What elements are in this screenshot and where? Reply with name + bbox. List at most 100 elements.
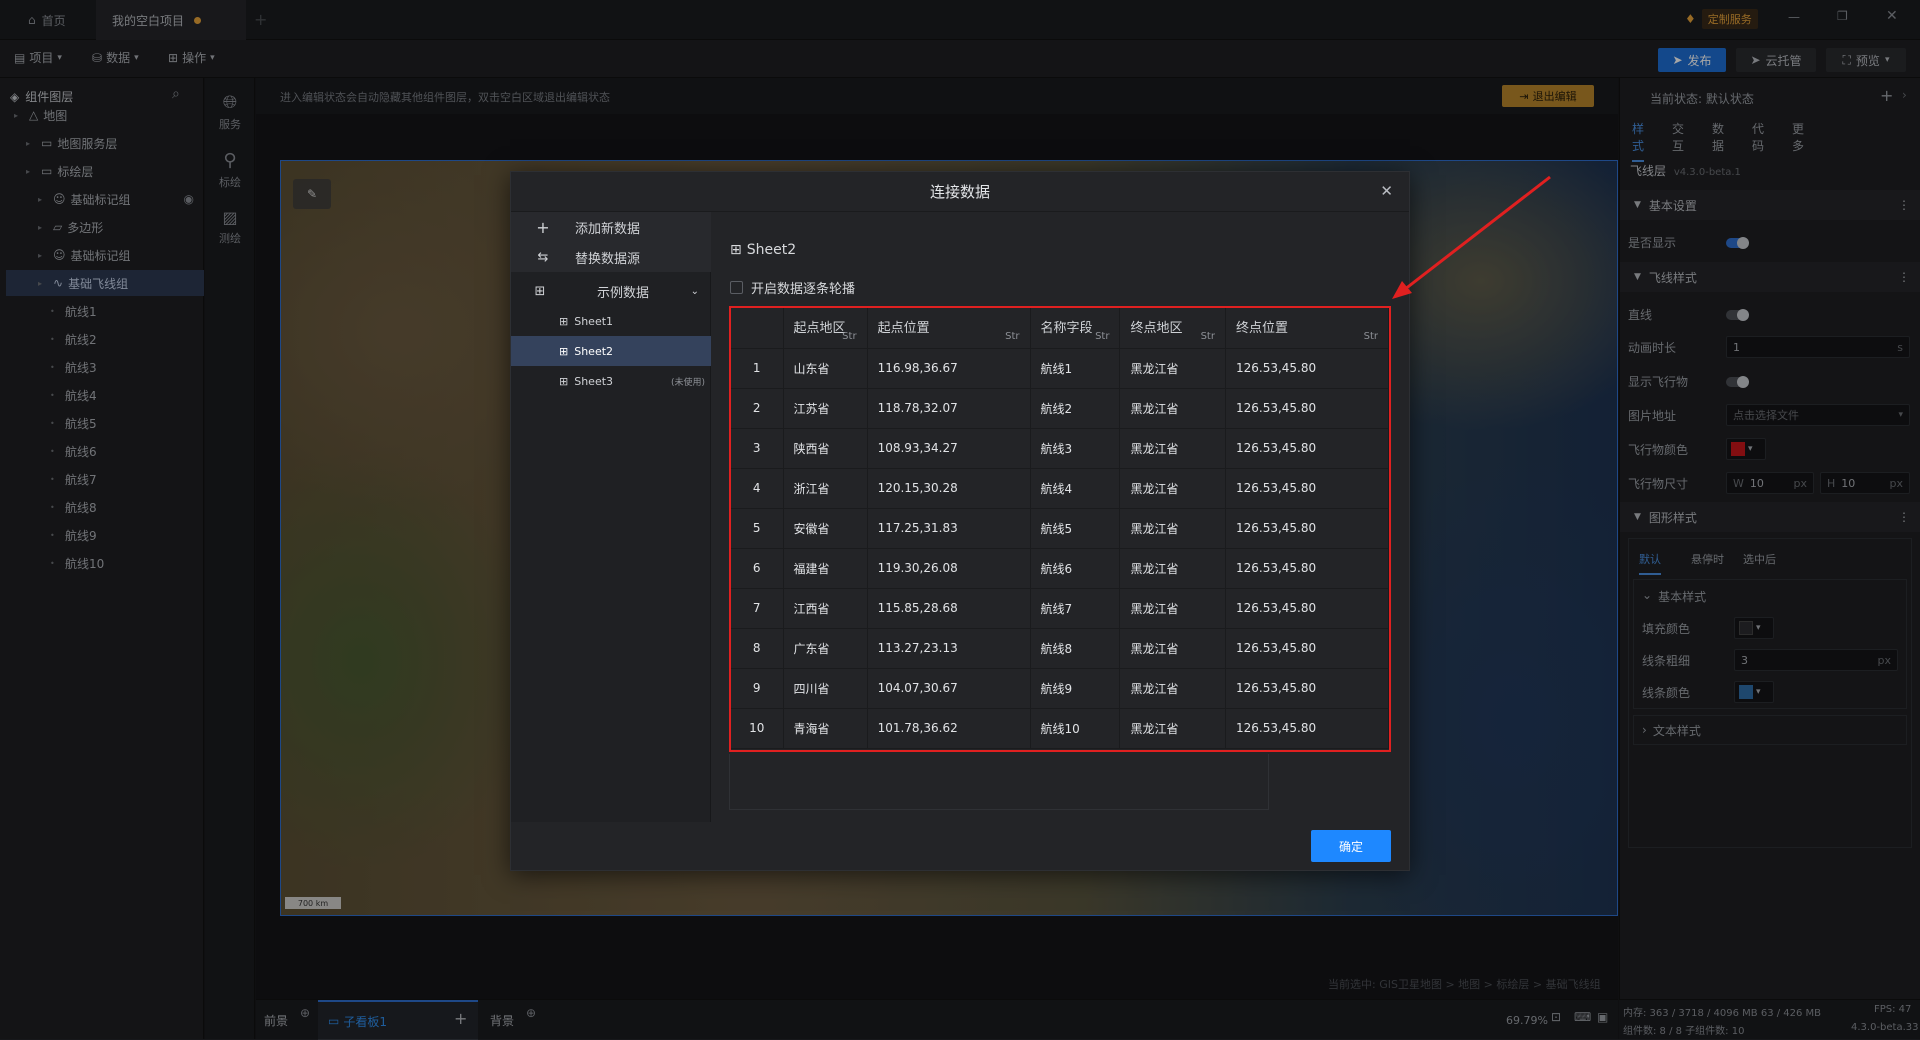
table-icon: ⊞ — [534, 283, 546, 299]
data-source-sidebar: + 添加新数据 ⇆ 替换数据源 ⊞ 示例数据 ⌄ ⊞ Sheet1 ⊞ Shee… — [511, 212, 711, 822]
table-row[interactable]: 10 青海省 101.78,36.62 航线10 黑龙江省 126.53,45.80 — [731, 708, 1390, 749]
table-cell[interactable]: 黑龙江省 — [1119, 628, 1226, 669]
plus-icon: + — [536, 217, 550, 237]
string-type-icon: Str — [842, 330, 857, 342]
table-cell[interactable]: 116.98,36.67 — [867, 348, 1031, 389]
table-row[interactable]: 1 山东省 116.98,36.67 航线1 黑龙江省 126.53,45.80 — [731, 348, 1390, 389]
table-cell[interactable]: 126.53,45.80 — [1225, 468, 1390, 509]
table-cell[interactable]: 126.53,45.80 — [1225, 348, 1390, 389]
table-cell[interactable]: 江苏省 — [783, 388, 868, 429]
column-header-label: 起点地区 — [793, 321, 846, 336]
table-cell[interactable]: 福建省 — [783, 548, 868, 589]
column-header: 起点位置 Str — [867, 308, 1031, 349]
sheet-icon: ⊞ — [559, 314, 569, 328]
table-cell[interactable]: 115.85,28.68 — [867, 588, 1031, 629]
table-cell[interactable]: 117.25,31.83 — [867, 508, 1031, 549]
table-cell[interactable]: 航线8 — [1030, 628, 1121, 669]
table-row[interactable]: 7 江西省 115.85,28.68 航线7 黑龙江省 126.53,45.80 — [731, 588, 1390, 629]
table-cell[interactable]: 航线6 — [1030, 548, 1121, 589]
table-cell[interactable]: 四川省 — [783, 668, 868, 709]
column-header-label: 终点位置 — [1235, 321, 1288, 336]
sheet-label: Sheet1 — [574, 314, 614, 328]
table-row[interactable]: 8 广东省 113.27,23.13 航线8 黑龙江省 126.53,45.80 — [731, 628, 1390, 669]
table-cell[interactable]: 126.53,45.80 — [1225, 508, 1390, 549]
row-number: 1 — [731, 348, 784, 389]
row-number: 9 — [731, 668, 784, 709]
table-row[interactable]: 9 四川省 104.07,30.67 航线9 黑龙江省 126.53,45.80 — [731, 668, 1390, 709]
sheet-icon: ⊞ — [559, 344, 569, 358]
table-cell[interactable]: 126.53,45.80 — [1225, 428, 1390, 469]
confirm-button[interactable]: 确定 — [1311, 830, 1391, 862]
table-cell[interactable]: 104.07,30.67 — [867, 668, 1031, 709]
table-cell[interactable]: 航线7 — [1030, 588, 1121, 629]
table-cell[interactable]: 126.53,45.80 — [1225, 388, 1390, 429]
table-cell[interactable]: 航线5 — [1030, 508, 1121, 549]
annotation-arrow — [1392, 175, 1551, 299]
table-cell[interactable]: 航线2 — [1030, 388, 1121, 429]
table-cell[interactable]: 航线1 — [1030, 348, 1121, 389]
table-cell[interactable]: 广东省 — [783, 628, 868, 669]
table-cell[interactable]: 黑龙江省 — [1119, 388, 1226, 429]
table-cell[interactable]: 108.93,34.27 — [867, 428, 1031, 469]
chevron-down-icon: ⌄ — [690, 285, 699, 297]
table-cell[interactable]: 江西省 — [783, 588, 868, 629]
table-cell[interactable]: 119.30,26.08 — [867, 548, 1031, 589]
table-cell[interactable]: 126.53,45.80 — [1225, 548, 1390, 589]
carousel-checkbox[interactable] — [730, 281, 743, 294]
table-cell[interactable]: 黑龙江省 — [1119, 668, 1226, 709]
example-data-group[interactable]: ⊞ 示例数据 ⌄ — [511, 276, 711, 306]
table-cell[interactable]: 126.53,45.80 — [1225, 628, 1390, 669]
table-cell[interactable]: 陕西省 — [783, 428, 868, 469]
row-number-header — [731, 308, 784, 349]
table-cell[interactable]: 黑龙江省 — [1119, 548, 1226, 589]
sheet-item-2[interactable]: ⊞ Sheet2 — [511, 336, 711, 366]
sheet-item-1[interactable]: ⊞ Sheet1 — [511, 306, 711, 336]
table-cell[interactable]: 青海省 — [783, 708, 868, 749]
table-row[interactable]: 6 福建省 119.30,26.08 航线6 黑龙江省 126.53,45.80 — [731, 548, 1390, 589]
table-cell[interactable]: 黑龙江省 — [1119, 428, 1226, 469]
row-number: 3 — [731, 428, 784, 469]
sheet-item-3[interactable]: ⊞ Sheet3 (未使用) — [511, 366, 711, 396]
table-row[interactable]: 5 安徽省 117.25,31.83 航线5 黑龙江省 126.53,45.80 — [731, 508, 1390, 549]
table-cell[interactable]: 120.15,30.28 — [867, 468, 1031, 509]
table-cell[interactable]: 黑龙江省 — [1119, 508, 1226, 549]
table-cell[interactable]: 黑龙江省 — [1119, 588, 1226, 629]
table-cell[interactable]: 113.27,23.13 — [867, 628, 1031, 669]
sheet-label: Sheet2 — [574, 344, 614, 358]
current-sheet-heading: ⊞ Sheet2 — [730, 242, 796, 258]
dialog-header: 连接数据 — [511, 172, 1409, 212]
row-number: 5 — [731, 508, 784, 549]
add-data-label: 添加新数据 — [575, 221, 641, 237]
row-number: 7 — [731, 588, 784, 629]
table-cell[interactable]: 126.53,45.80 — [1225, 588, 1390, 629]
table-cell[interactable]: 浙江省 — [783, 468, 868, 509]
row-number: 6 — [731, 548, 784, 589]
table-cell[interactable]: 山东省 — [783, 348, 868, 389]
table-row[interactable]: 3 陕西省 108.93,34.27 航线3 黑龙江省 126.53,45.80 — [731, 428, 1390, 469]
dialog-title: 连接数据 — [929, 183, 990, 201]
table-cell[interactable]: 安徽省 — [783, 508, 868, 549]
table-cell[interactable]: 航线4 — [1030, 468, 1121, 509]
table-footer-area — [729, 754, 1269, 810]
table-header-row: 起点地区 Str 起点位置 Str 名称字段 Str 终点地区 Str 终点位置 Str — [731, 308, 1390, 349]
unused-badge: (未使用) — [670, 377, 705, 388]
carousel-label: 开启数据逐条轮播 — [751, 282, 856, 297]
table-cell[interactable]: 黑龙江省 — [1119, 468, 1226, 509]
table-body: 1 山东省 116.98,36.67 航线1 黑龙江省 126.53,45.80 2 江苏省 1… — [731, 348, 1390, 749]
replace-source-button[interactable]: ⇆ 替换数据源 — [511, 242, 711, 272]
add-data-button[interactable]: + 添加新数据 — [511, 212, 711, 242]
table-cell[interactable]: 黑龙江省 — [1119, 708, 1226, 749]
table-cell[interactable]: 126.53,45.80 — [1225, 668, 1390, 709]
carousel-option[interactable]: 开启数据逐条轮播 — [730, 278, 855, 297]
table-cell[interactable]: 126.53,45.80 — [1225, 708, 1390, 749]
table-cell[interactable]: 101.78,36.62 — [867, 708, 1031, 749]
swap-icon: ⇆ — [537, 249, 549, 265]
table-row[interactable]: 2 江苏省 118.78,32.07 航线2 黑龙江省 126.53,45.80 — [731, 388, 1390, 429]
string-type-icon: Str — [1095, 330, 1110, 342]
table-cell[interactable]: 航线9 — [1030, 668, 1121, 709]
table-cell[interactable]: 黑龙江省 — [1119, 348, 1226, 389]
table-cell[interactable]: 118.78,32.07 — [867, 388, 1031, 429]
table-cell[interactable]: 航线10 — [1030, 708, 1121, 749]
table-cell[interactable]: 航线3 — [1030, 428, 1121, 469]
table-row[interactable]: 4 浙江省 120.15,30.28 航线4 黑龙江省 126.53,45.80 — [731, 468, 1390, 509]
